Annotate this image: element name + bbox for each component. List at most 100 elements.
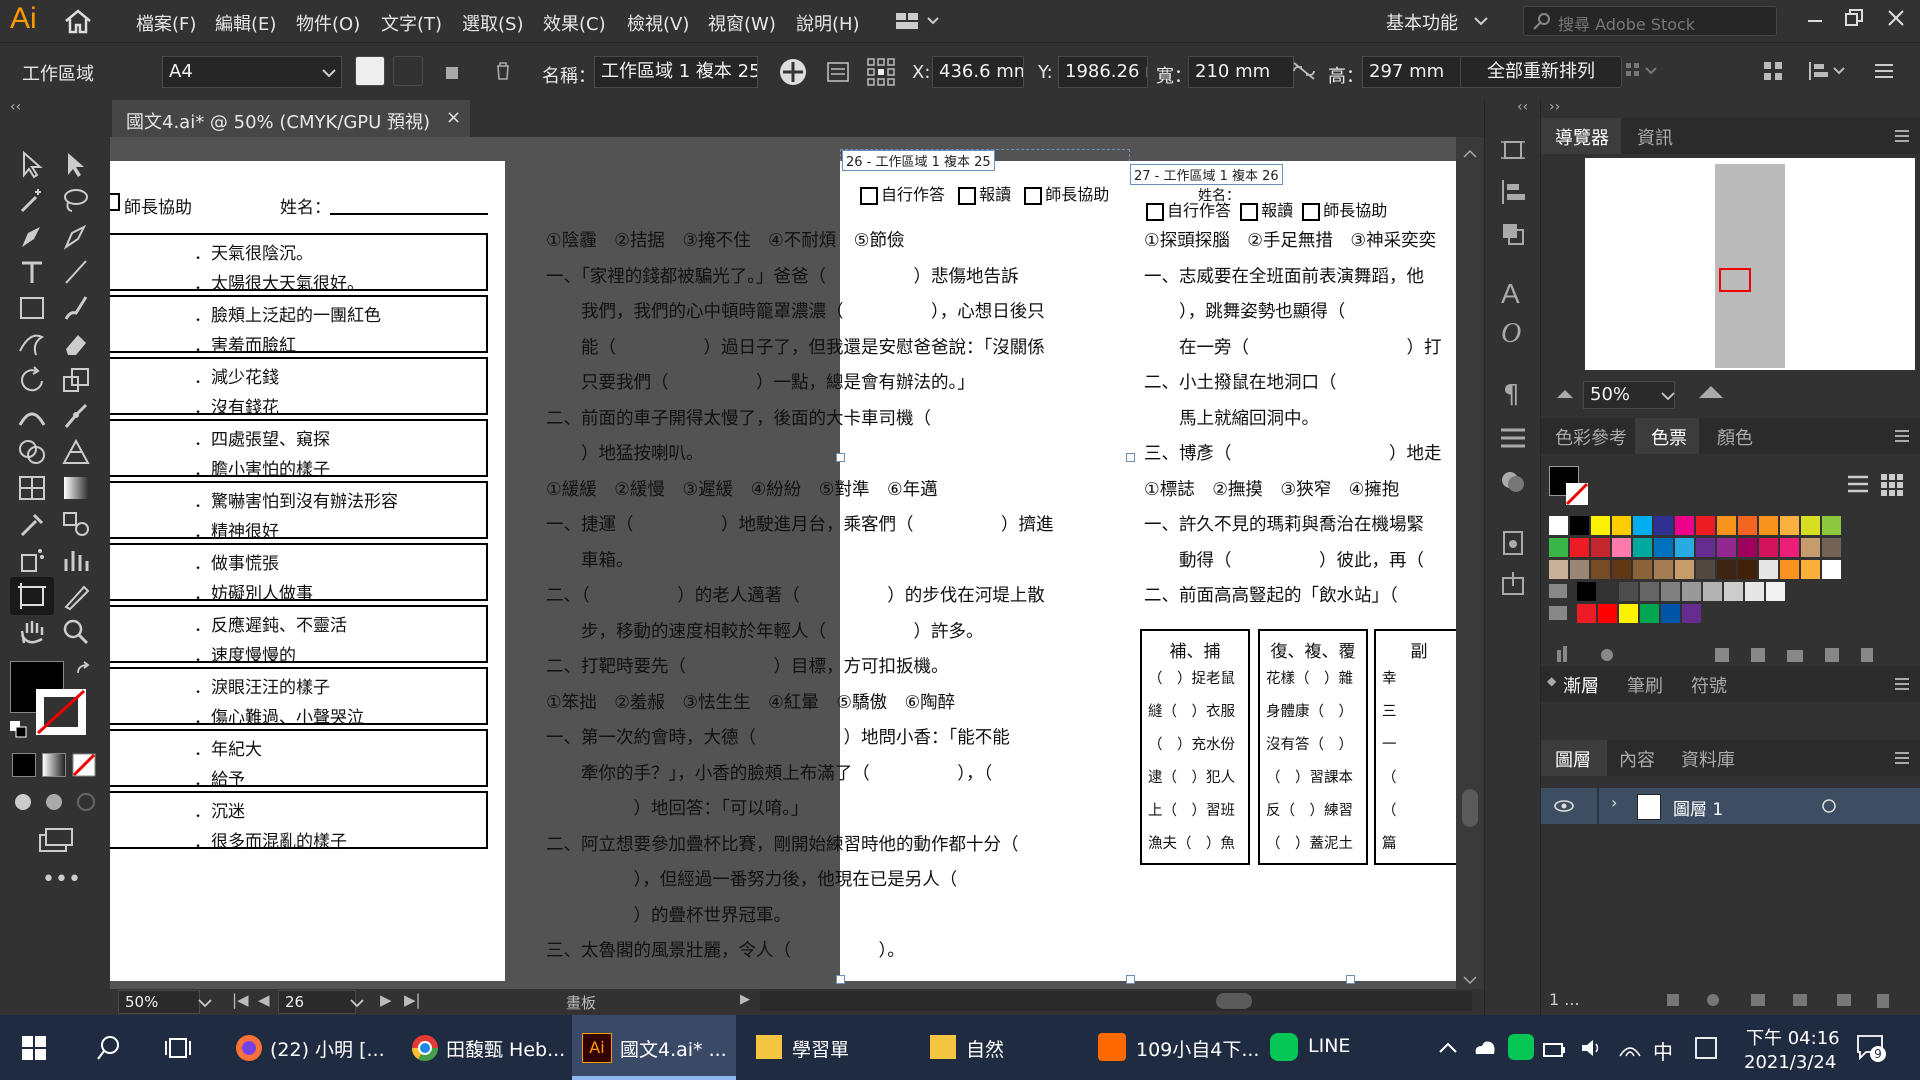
height-field[interactable]: 297 mm <box>1362 56 1468 88</box>
shaper-tool-icon[interactable] <box>14 327 50 361</box>
battery-icon[interactable] <box>1542 1038 1568 1060</box>
panel-menu-icon[interactable] <box>1893 128 1911 144</box>
color-swatch[interactable] <box>1654 560 1673 579</box>
color-swatch[interactable] <box>1780 516 1799 535</box>
tab-layers[interactable]: 圖層 <box>1555 746 1591 772</box>
visibility-eye-icon[interactable] <box>1553 798 1575 814</box>
rotate-tool-icon[interactable] <box>14 363 50 397</box>
taskbar-folder-science[interactable]: 自然 <box>926 1015 1076 1080</box>
adobe-stock-search[interactable]: 搜尋 Adobe Stock <box>1523 6 1777 36</box>
tab-gradient[interactable]: 漸層 <box>1563 672 1599 698</box>
pathfinder-panel-icon[interactable] <box>1499 220 1527 248</box>
color-swatch[interactable] <box>1696 560 1715 579</box>
color-swatch[interactable] <box>1759 560 1778 579</box>
scroll-up-icon[interactable] <box>1463 149 1477 159</box>
character-panel-icon[interactable]: A <box>1501 278 1520 310</box>
canvas[interactable]: 師長協助 姓名： ．天氣很陰沉。 ．太陽很大天氣很好。 ．臉頰上泛起的一團紅色 ．害羞… <box>110 137 1456 989</box>
y-field[interactable]: 1986.26 r <box>1058 56 1148 88</box>
color-swatch[interactable] <box>1577 582 1596 601</box>
close-window-icon[interactable] <box>1886 8 1906 28</box>
color-swatch[interactable] <box>1780 560 1799 579</box>
artboard-26-label[interactable]: 26 - 工作區域 1 複本 25 <box>842 150 995 171</box>
status-menu-icon[interactable]: ▶ <box>740 992 750 1007</box>
checkbox[interactable] <box>1024 186 1043 205</box>
color-swatch[interactable] <box>1591 516 1610 535</box>
color-swatch[interactable] <box>1801 538 1820 557</box>
zoom-out-icon[interactable] <box>1555 386 1575 400</box>
expand-layer-icon[interactable]: › <box>1611 793 1617 812</box>
color-swatch[interactable] <box>1598 582 1617 601</box>
color-swatch[interactable] <box>1619 604 1638 623</box>
grid-view-icon[interactable] <box>1879 472 1905 496</box>
menu-file[interactable]: 檔案(F) <box>136 10 196 36</box>
menu-effect[interactable]: 效果(C) <box>543 10 606 36</box>
color-swatch[interactable] <box>1724 582 1743 601</box>
scroll-thumb[interactable] <box>1462 789 1478 827</box>
color-swatch[interactable] <box>1591 560 1610 579</box>
width-tool-icon[interactable] <box>14 399 50 433</box>
type-tool-icon[interactable] <box>14 255 50 289</box>
mesh-tool-icon[interactable] <box>14 471 50 505</box>
color-swatch[interactable] <box>1780 538 1799 557</box>
artboard-handle[interactable] <box>836 453 845 462</box>
x-field[interactable]: 436.6 mm <box>932 56 1024 88</box>
artboard-tool-button[interactable] <box>10 577 54 615</box>
color-swatch[interactable] <box>1801 560 1820 579</box>
transparency-panel-icon[interactable] <box>1499 468 1527 496</box>
width-field[interactable]: 210 mm <box>1188 56 1294 88</box>
taskbar-chrome[interactable]: 田馥甄 Heb... <box>406 1015 565 1080</box>
color-swatch[interactable] <box>1675 516 1694 535</box>
show-hidden-icons-icon[interactable] <box>1438 1040 1458 1054</box>
color-swatch[interactable] <box>1696 516 1715 535</box>
ime-mode-icon[interactable] <box>1694 1036 1718 1060</box>
color-swatch[interactable] <box>1717 516 1736 535</box>
pen-tool-icon[interactable] <box>14 219 50 253</box>
menu-help[interactable]: 說明(H) <box>796 10 860 36</box>
color-swatch[interactable] <box>1598 604 1617 623</box>
color-swatch[interactable] <box>1633 516 1652 535</box>
tab-symbols[interactable]: 符號 <box>1691 672 1727 698</box>
zoom-in-icon[interactable] <box>1697 384 1725 400</box>
color-mode-button[interactable] <box>12 753 36 777</box>
color-swatch[interactable] <box>1696 538 1715 557</box>
color-swatch[interactable] <box>1654 538 1673 557</box>
arrange-documents-icon[interactable] <box>896 12 944 30</box>
eraser-icon[interactable] <box>58 327 94 361</box>
color-swatch[interactable] <box>1682 604 1701 623</box>
next-artboard-icon[interactable]: ▶ <box>380 991 392 1009</box>
links-panel-icon[interactable] <box>1499 528 1527 558</box>
collapse-toolbar-icon[interactable]: ‹‹ <box>10 99 21 115</box>
color-swatch[interactable] <box>1633 560 1652 579</box>
navigator-thumbnail[interactable] <box>1585 158 1915 370</box>
curvature-tool-icon[interactable] <box>58 219 94 253</box>
color-swatch[interactable] <box>1570 516 1589 535</box>
link-constrain-icon[interactable] <box>1290 61 1318 81</box>
artboard-number-field[interactable]: 26 <box>278 990 356 1014</box>
menu-edit[interactable]: 編輯(E) <box>215 10 276 36</box>
chevron-down-icon[interactable] <box>198 998 212 1008</box>
scale-tool-icon[interactable] <box>58 363 94 397</box>
none-mode-icon[interactable] <box>72 753 96 777</box>
minimize-icon[interactable] <box>1806 12 1824 30</box>
gradient-mode-button[interactable] <box>42 753 66 777</box>
gradient-tool-icon[interactable] <box>58 471 94 505</box>
move-with-artwork-icon[interactable] <box>778 57 808 87</box>
navigator-view-box[interactable] <box>1719 268 1751 292</box>
collapse-panels-icon[interactable]: ›› <box>1549 99 1560 115</box>
swap-fill-stroke-icon[interactable] <box>74 661 94 681</box>
swatch-group-folder-icon[interactable] <box>1549 584 1567 598</box>
onedrive-icon[interactable] <box>1472 1036 1498 1058</box>
wifi-icon[interactable] <box>1618 1036 1642 1060</box>
panel-menu-icon[interactable] <box>1893 750 1911 766</box>
color-swatch[interactable] <box>1682 582 1701 601</box>
tab-info[interactable]: 資訊 <box>1637 124 1673 150</box>
color-swatch[interactable] <box>1612 516 1631 535</box>
color-swatch[interactable] <box>1822 516 1841 535</box>
list-view-icon[interactable] <box>1845 472 1871 496</box>
edit-toolbar-icon[interactable]: ••• <box>42 867 81 892</box>
zoom-tool-icon[interactable] <box>58 615 94 649</box>
color-swatch[interactable] <box>1591 538 1610 557</box>
slice-tool-icon[interactable] <box>58 579 94 613</box>
close-tab-icon[interactable]: × <box>446 107 461 128</box>
lasso-icon[interactable] <box>58 183 94 217</box>
